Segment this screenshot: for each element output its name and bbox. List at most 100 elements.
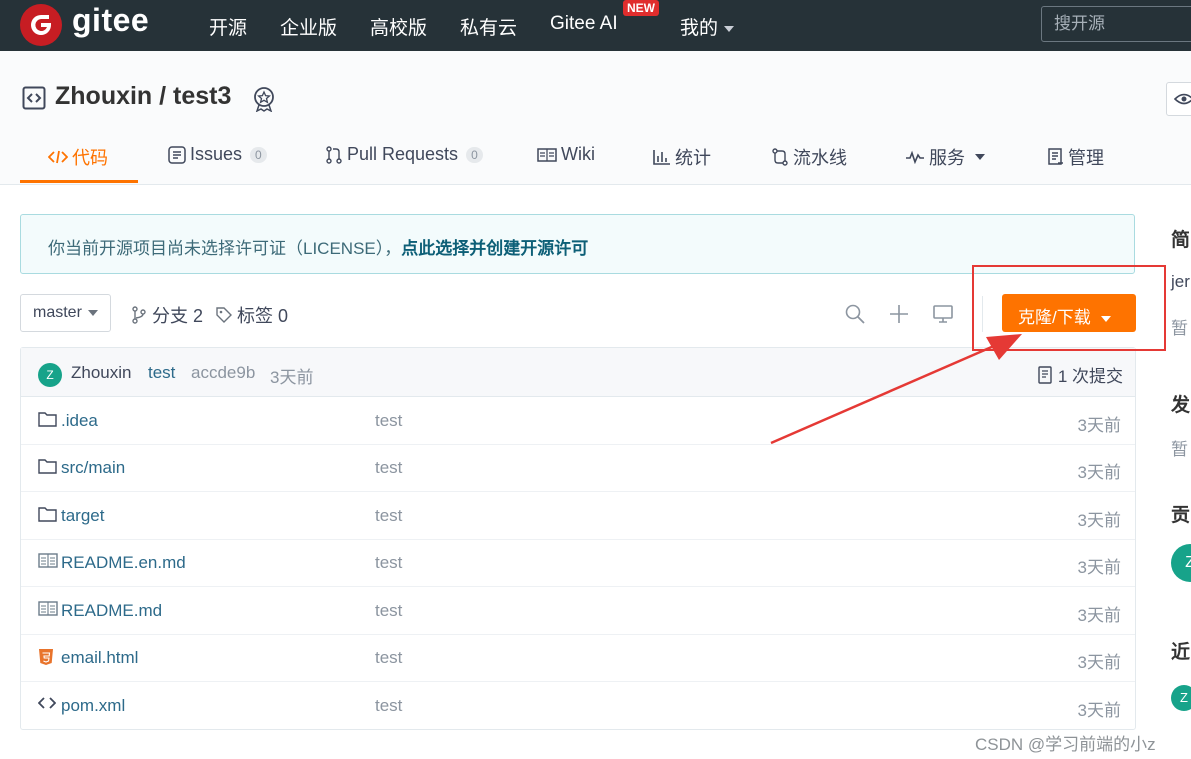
table-row[interactable]: pom.xml test 3天前 (21, 682, 1135, 729)
watermark: CSDN @学习前端的小z (975, 735, 1156, 754)
commit-author[interactable]: Zhouxin (71, 363, 131, 383)
search-box[interactable] (1041, 6, 1191, 42)
file-commit-message[interactable]: test (375, 696, 402, 716)
commit-count-link[interactable]: 1 次提交 (1038, 362, 1123, 387)
table-row[interactable]: README.md test 3天前 (21, 587, 1135, 635)
folder-icon (38, 412, 57, 427)
tab-manage[interactable]: 管理 (1048, 144, 1104, 170)
sidebar-recent-heading: 近 (1171, 642, 1191, 663)
pull-request-icon (326, 145, 342, 164)
code-file-icon (38, 697, 56, 709)
file-name[interactable]: src/main (61, 458, 125, 478)
license-notice: 你当前开源项目尚未选择许可证（LICENSE），点此选择并创建开源许可 (20, 214, 1135, 274)
branch-select-label: master (33, 304, 82, 321)
table-row[interactable]: email.html test 3天前 (21, 634, 1135, 682)
tags-link[interactable]: 标签 0 (216, 302, 288, 328)
watch-button[interactable] (1166, 82, 1191, 116)
tab-wiki[interactable]: Wiki (537, 144, 595, 165)
tag-icon (216, 307, 232, 323)
issues-icon (168, 145, 186, 164)
nav-enterprise[interactable]: 企业版 (280, 13, 337, 40)
branches-label: 分支 2 (152, 306, 204, 326)
file-commit-message[interactable]: test (375, 601, 402, 621)
nav-mine-label: 我的 (680, 18, 719, 39)
search-input[interactable] (1052, 13, 1191, 35)
tab-stats-label: 统计 (675, 148, 711, 168)
pull-requests-count: 0 (466, 146, 483, 163)
nav-open-source[interactable]: 开源 (209, 13, 247, 40)
nav-mine[interactable]: 我的 (680, 13, 735, 40)
commit-hash[interactable]: accde9b (191, 363, 255, 383)
award-badge-icon[interactable] (252, 86, 276, 112)
tab-pipeline-label: 流水线 (793, 148, 847, 168)
tab-pull-requests[interactable]: Pull Requests 0 (325, 144, 483, 165)
file-name[interactable]: README.md (61, 601, 162, 621)
readme-book-icon (38, 601, 58, 616)
chevron-down-icon (724, 25, 735, 32)
table-row[interactable]: src/main test 3天前 (21, 444, 1135, 492)
file-name[interactable]: .idea (61, 411, 98, 431)
html5-icon (39, 649, 53, 665)
tab-issues-label: Issues (190, 144, 243, 164)
avatar[interactable]: Z (1171, 544, 1191, 582)
code-icon (48, 150, 68, 164)
file-commit-message[interactable]: test (375, 506, 402, 526)
license-create-link[interactable]: 点此选择并创建开源许可 (401, 239, 588, 258)
branch-icon (132, 306, 146, 324)
sidebar-contributors-heading: 贡 (1171, 505, 1191, 526)
commit-count-label: 1 次提交 (1057, 367, 1123, 386)
table-row[interactable]: README.en.md test 3天前 (21, 539, 1135, 587)
tab-wiki-label: Wiki (561, 144, 595, 164)
folder-icon (38, 507, 57, 522)
folder-icon (38, 459, 57, 474)
tab-issues[interactable]: Issues 0 (168, 144, 267, 165)
file-commit-message[interactable]: test (375, 648, 402, 668)
tab-manage-label: 管理 (1068, 148, 1104, 168)
chevron-down-icon (975, 154, 985, 160)
gitee-logo-icon[interactable] (20, 4, 62, 46)
add-icon[interactable] (889, 304, 909, 324)
readme-book-icon (38, 553, 58, 568)
nav-gitee-ai[interactable]: Gitee AI (550, 13, 618, 35)
file-time: 3天前 (1077, 416, 1121, 435)
file-table: Z Zhouxin test accde9b 3天前 1 次提交 .idea t… (20, 347, 1136, 730)
issues-count: 0 (250, 146, 267, 163)
file-commit-message[interactable]: test (375, 553, 402, 573)
manage-icon (1048, 148, 1063, 165)
tab-stats[interactable]: 统计 (653, 144, 711, 170)
tab-code-label: 代码 (72, 148, 108, 168)
commit-message[interactable]: test (148, 363, 175, 383)
tab-code[interactable]: 代码 (48, 144, 108, 170)
nav-private-cloud[interactable]: 私有云 (460, 13, 517, 40)
search-icon[interactable] (845, 304, 865, 324)
annotation-highlight-box (972, 265, 1166, 351)
file-name[interactable]: email.html (61, 648, 138, 668)
web-ide-icon[interactable] (933, 304, 953, 324)
nav-education[interactable]: 高校版 (370, 13, 427, 40)
file-time: 3天前 (1077, 511, 1121, 530)
avatar[interactable]: Z (38, 363, 62, 387)
sidebar-intro-empty: 暂 (1171, 319, 1188, 338)
tab-pipeline[interactable]: 流水线 (771, 144, 847, 170)
file-name[interactable]: README.en.md (61, 553, 186, 573)
avatar[interactable]: Z (1171, 685, 1191, 711)
tab-services[interactable]: 服务 (905, 144, 985, 170)
chevron-down-icon (87, 309, 98, 316)
tags-label: 标签 0 (237, 306, 289, 326)
file-name[interactable]: pom.xml (61, 696, 125, 716)
file-commit-message[interactable]: test (375, 458, 402, 478)
table-row[interactable]: target test 3天前 (21, 492, 1135, 540)
logo-text[interactable]: gitee (72, 2, 149, 39)
branch-select[interactable]: master (20, 294, 111, 332)
eye-icon (1174, 93, 1191, 105)
table-row[interactable]: .idea test 3天前 (21, 397, 1135, 445)
sidebar-release-heading: 发 (1171, 395, 1191, 416)
repo-title[interactable]: Zhouxin / test3 (55, 82, 231, 111)
sidebar-intro-heading: 简 (1171, 230, 1191, 251)
file-name[interactable]: target (61, 506, 104, 526)
file-commit-message[interactable]: test (375, 411, 402, 431)
branches-link[interactable]: 分支 2 (131, 302, 203, 328)
file-time: 3天前 (1077, 701, 1121, 720)
commits-icon (1038, 365, 1052, 384)
sidebar-release-empty: 暂 (1171, 440, 1188, 459)
